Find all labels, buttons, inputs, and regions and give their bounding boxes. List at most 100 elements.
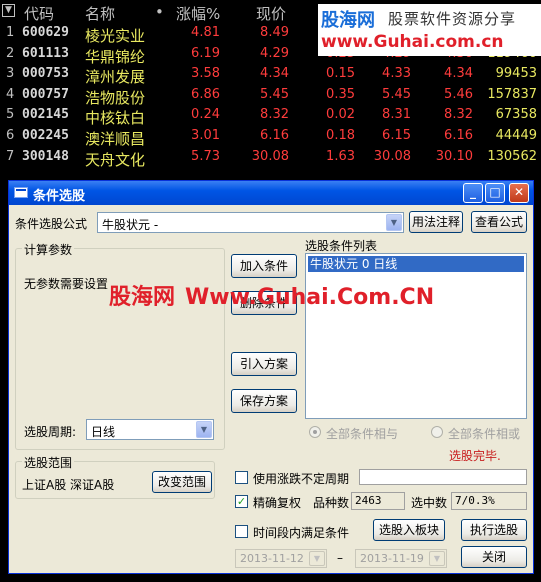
cell-vol: 99453 [495, 66, 537, 82]
cell-pct: 3.01 [191, 128, 220, 143]
period-select[interactable]: 日线 ▼ [86, 419, 214, 440]
cell-p2: 6.15 [382, 128, 411, 143]
cell-p3: 6.16 [444, 128, 473, 143]
table-row[interactable]: 6 002245 澳洋顺昌 3.01 6.16 0.18 6.15 6.16 44449 [0, 127, 541, 148]
radio-all-or-label: 全部条件相或 [448, 427, 521, 441]
date-from-picker[interactable]: 2013-11-12 ▼ [235, 549, 327, 568]
cell-name: 华鼎锦纶 [85, 47, 146, 66]
watermark-slogan: 股票软件资源分享 [388, 10, 517, 28]
cell-name: 棱光实业 [85, 27, 146, 45]
cell-name: 浩物股份 [85, 88, 146, 107]
import-plan-button[interactable]: 引入方案 [231, 352, 297, 376]
condition-list[interactable]: 牛股状元 0 日线 [305, 253, 527, 419]
cell-name: 中核钛白 [85, 109, 146, 128]
count-field: 2463 [351, 492, 405, 510]
params-group-title: 计算参数 [22, 241, 75, 258]
cell-p3: 4.34 [444, 66, 473, 82]
header-dot: • [155, 3, 164, 21]
checkbox-period[interactable] [235, 525, 248, 538]
checkbox-unfixed-period-label: 使用涨跌不定周期 [253, 472, 350, 486]
cell-chg: 0.18 [326, 128, 355, 143]
header-price[interactable]: 现价 [256, 3, 286, 24]
condition-select-dialog: 条件选股 _ □ ✕ 条件选股公式 牛股状元 - ▼ 用法注释 查看公式 计算参… [8, 180, 534, 574]
params-text: 无参数需要设置 [24, 277, 109, 291]
cell-code: 000757 [22, 86, 69, 102]
close-icon[interactable]: ✕ [509, 183, 529, 203]
cell-code: 002145 [22, 107, 69, 123]
chevron-down-icon[interactable]: ▼ [309, 551, 325, 566]
cell-name: 天舟文化 [85, 150, 146, 169]
cell-p3: 30.10 [435, 148, 473, 164]
condition-list-label: 选股条件列表 [305, 239, 378, 253]
table-row[interactable]: 3 000753 漳州发展 3.58 4.34 0.15 4.33 4.34 99453 [0, 65, 541, 86]
cell-pct: 5.73 [191, 148, 220, 164]
table-row[interactable]: 4 000757 浩物股份 6.86 5.45 0.35 5.45 5.46 157837 [0, 86, 541, 107]
date-from-value: 2013-11-12 [240, 552, 304, 565]
minimize-button[interactable]: _ [463, 183, 483, 203]
selected-field: 7/0.3% [451, 492, 527, 510]
checkbox-exact-adjust[interactable]: ✓ [235, 495, 248, 508]
watermark-mid-url: Www.Guhai.Com.CN [185, 285, 435, 310]
menu-arrow-icon[interactable]: ▼ [2, 4, 15, 17]
cell-name: 澳洋顺昌 [85, 130, 146, 148]
cell-chg: 1.63 [326, 148, 355, 164]
watermark-banner: 股海网 股票软件资源分享 www.Guhai.com.cn [318, 4, 541, 56]
close-button[interactable]: 关闭 [461, 546, 527, 568]
radio-all-and[interactable] [309, 426, 321, 438]
change-range-button[interactable]: 改变范围 [152, 471, 212, 493]
cell-vol: 130562 [487, 148, 537, 164]
cell-code: 000753 [22, 66, 69, 82]
watermark-mid-brand: 股海网 [109, 285, 176, 310]
watermark-overlay: 股海网 Www.Guhai.Com.CN [109, 279, 434, 311]
cell-code: 300148 [22, 148, 69, 164]
checkbox-unfixed-period[interactable] [235, 471, 248, 484]
radio-all-or[interactable] [431, 426, 443, 438]
chevron-down-icon[interactable]: ▼ [386, 214, 402, 231]
cell-price: 8.32 [260, 107, 289, 123]
table-row[interactable]: 7 300148 天舟文化 5.73 30.08 1.63 30.08 30.10 130562 [0, 148, 541, 169]
watermark-brand: 股海网 [321, 10, 375, 31]
header-pct[interactable]: 涨幅% [176, 3, 220, 24]
cell-idx: 2 [6, 45, 15, 61]
cell-pct: 0.24 [191, 107, 220, 123]
period-value: 日线 [91, 425, 116, 439]
header-name[interactable]: 名称 [85, 3, 115, 24]
cell-pct: 6.19 [191, 45, 220, 61]
count-label: 品种数 [313, 496, 350, 510]
to-block-button[interactable]: 选股入板块 [373, 519, 445, 541]
cell-vol: 44449 [495, 128, 537, 143]
cell-vol: 157837 [487, 86, 537, 102]
header-code[interactable]: 代码 [24, 3, 54, 24]
stock-list: ▼ 代码 名称 • 涨幅% 现价 1 600629 棱光实业 4.81 8.49 2 601… [0, 0, 541, 182]
chevron-down-icon[interactable]: ▼ [196, 421, 212, 438]
dialog-titlebar[interactable]: 条件选股 _ □ ✕ [9, 181, 533, 205]
formula-select[interactable]: 牛股状元 - ▼ [97, 212, 404, 233]
usage-button[interactable]: 用法注释 [409, 211, 463, 233]
cell-chg: 0.15 [326, 66, 355, 82]
cell-p2: 4.33 [382, 66, 411, 82]
table-row[interactable]: 5 002145 中核钛白 0.24 8.32 0.02 8.31 8.32 67358 [0, 106, 541, 128]
cell-code: 600629 [22, 25, 69, 40]
cell-code: 002245 [22, 128, 69, 143]
cell-chg: 0.35 [326, 86, 355, 102]
chevron-down-icon[interactable]: ▼ [429, 551, 445, 566]
cell-chg: 0.02 [326, 107, 355, 123]
add-condition-button[interactable]: 加入条件 [231, 254, 297, 278]
cell-idx: 6 [6, 128, 15, 143]
status-text: 选股完毕. [449, 449, 501, 463]
cell-p2: 5.45 [382, 86, 411, 102]
formula-label: 条件选股公式 [15, 217, 88, 231]
view-formula-button[interactable]: 查看公式 [471, 211, 527, 233]
cell-price: 6.16 [260, 128, 289, 143]
cell-p3: 8.32 [444, 107, 473, 123]
execute-button[interactable]: 执行选股 [461, 519, 527, 541]
date-separator: – [337, 551, 343, 565]
date-to-picker[interactable]: 2013-11-19 ▼ [355, 549, 447, 568]
save-plan-button[interactable]: 保存方案 [231, 389, 297, 413]
maximize-button[interactable]: □ [485, 183, 505, 203]
list-item[interactable]: 牛股状元 0 日线 [308, 256, 524, 272]
dialog-title: 条件选股 [33, 189, 86, 204]
cell-idx: 4 [6, 86, 15, 102]
cell-pct: 6.86 [191, 86, 220, 102]
checkbox-exact-adjust-label: 精确复权 [253, 496, 302, 510]
